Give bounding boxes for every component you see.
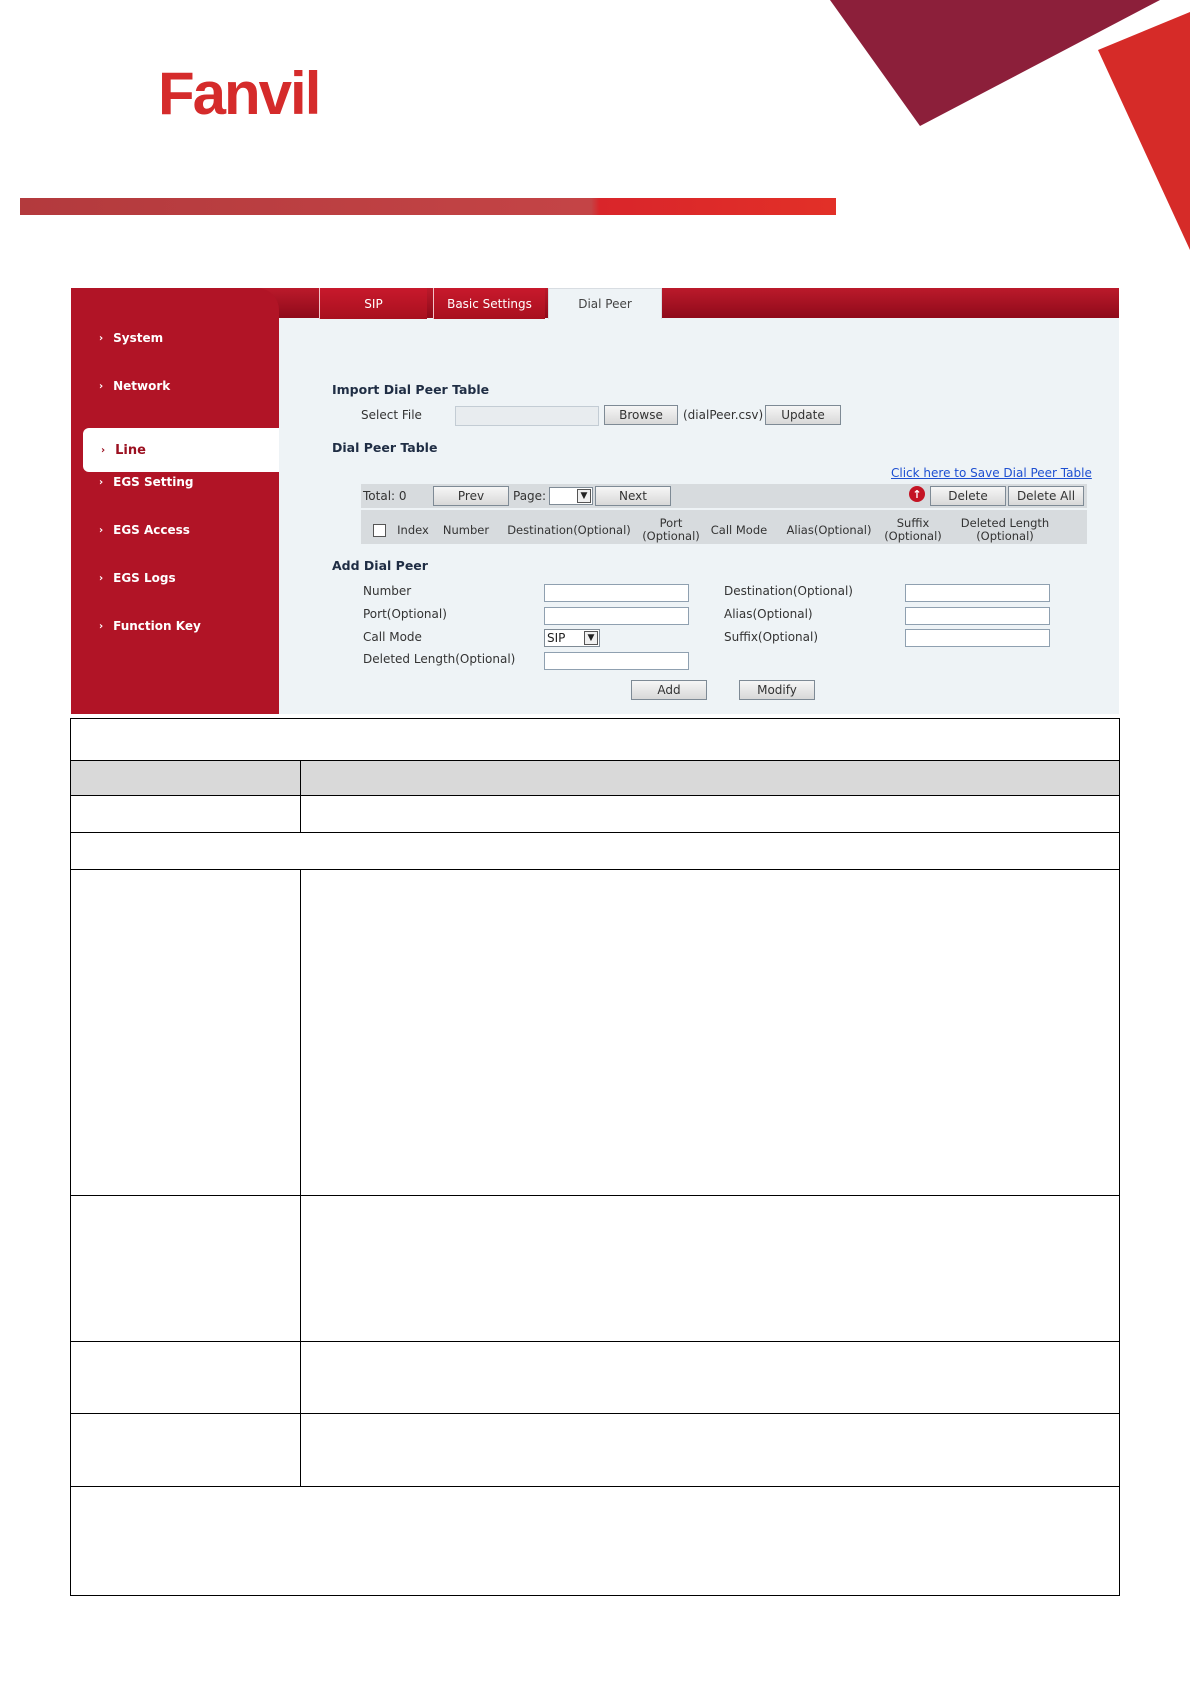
table-cell: [70, 1413, 301, 1487]
suffix-input[interactable]: [905, 629, 1050, 647]
sidebar-item-egs-setting[interactable]: › EGS Setting: [71, 460, 279, 504]
sidebar: › System › Network › Line › EGS Setting › EGS…: [71, 288, 279, 714]
table-cell: [70, 1341, 301, 1414]
select-file-label: Select File: [361, 408, 422, 422]
destination-label: Destination(Optional): [724, 584, 853, 598]
column-header-alias: Alias(Optional): [786, 523, 872, 537]
deleted-length-label: Deleted Length(Optional): [363, 652, 516, 666]
delete-all-button[interactable]: Delete All: [1008, 486, 1084, 506]
table-note-row: [70, 1486, 1120, 1596]
file-path-input[interactable]: [455, 406, 599, 426]
alias-label: Alias(Optional): [724, 607, 813, 621]
header-stripe: [20, 198, 836, 215]
table-cell: [300, 869, 1120, 1196]
column-header-index: Index: [397, 523, 429, 537]
chevron-down-icon: ▼: [584, 631, 598, 645]
column-header-number: Number: [442, 523, 490, 537]
table-cell: [70, 1195, 301, 1342]
port-input[interactable]: [544, 607, 689, 625]
number-label: Number: [363, 584, 412, 598]
sidebar-item-egs-access[interactable]: › EGS Access: [71, 508, 279, 552]
table-header-cell: [70, 760, 301, 796]
destination-input[interactable]: [905, 584, 1050, 602]
tab-dial-peer[interactable]: Dial Peer: [548, 288, 662, 319]
chevron-right-icon: ›: [99, 572, 104, 584]
total-count: Total: 0: [363, 489, 407, 503]
chevron-right-icon: ›: [99, 380, 104, 392]
column-header-port: Port (Optional): [642, 516, 700, 543]
prev-button[interactable]: Prev: [433, 486, 509, 506]
fanvil-logo: Fanvil: [158, 62, 321, 124]
table-cell: [300, 1341, 1120, 1414]
sidebar-item-system[interactable]: › System: [71, 316, 279, 360]
dial-peer-table-title: Dial Peer Table: [332, 440, 438, 455]
page-select[interactable]: ▼: [549, 487, 593, 505]
page-label: Page:: [513, 489, 547, 503]
tab-sip[interactable]: SIP: [319, 288, 427, 319]
column-header-call-mode: Call Mode: [710, 523, 768, 537]
chevron-right-icon: ›: [99, 476, 104, 488]
chevron-right-icon: ›: [99, 620, 104, 632]
svg-text:Fanvil: Fanvil: [158, 62, 319, 124]
alias-input[interactable]: [905, 607, 1050, 625]
corner-decoration: [830, 0, 1190, 250]
save-dial-peer-link[interactable]: Click here to Save Dial Peer Table: [891, 466, 1092, 480]
sidebar-item-network[interactable]: › Network: [71, 364, 279, 408]
port-label: Port(Optional): [363, 607, 447, 621]
import-section-title: Import Dial Peer Table: [332, 382, 490, 397]
column-header-destination: Destination(Optional): [507, 523, 631, 537]
table-cell: [300, 795, 1120, 833]
table-header-cell: [300, 760, 1120, 796]
chevron-right-icon: ›: [99, 332, 104, 344]
column-header-suffix: Suffix (Optional): [884, 516, 942, 543]
add-dial-peer-title: Add Dial Peer: [332, 558, 428, 573]
sidebar-item-function-key[interactable]: › Function Key: [71, 604, 279, 648]
browse-button[interactable]: Browse: [604, 405, 678, 425]
table-cell: [300, 1413, 1120, 1487]
web-admin-panel: SIP Basic Settings Dial Peer › System › Ne…: [71, 288, 1119, 714]
table-cell: [70, 795, 301, 833]
chevron-right-icon: ›: [99, 524, 104, 536]
next-button[interactable]: Next: [595, 486, 671, 506]
chevron-down-icon: ▼: [577, 489, 591, 503]
select-all-checkbox[interactable]: [373, 524, 386, 537]
table-cell: [300, 1195, 1120, 1342]
sidebar-item-egs-logs[interactable]: › EGS Logs: [71, 556, 279, 600]
table-caption-row: [70, 718, 1120, 761]
call-mode-label: Call Mode: [363, 630, 422, 644]
info-alert-icon: ↑: [909, 486, 925, 502]
table-cell: [70, 869, 301, 1196]
modify-button[interactable]: Modify: [739, 680, 815, 700]
call-mode-select[interactable]: SIP ▼: [544, 629, 600, 647]
deleted-length-input[interactable]: [544, 652, 689, 670]
add-button[interactable]: Add: [631, 680, 707, 700]
tab-basic-settings[interactable]: Basic Settings: [433, 288, 545, 319]
file-hint: (dialPeer.csv): [683, 408, 764, 422]
delete-button[interactable]: Delete: [930, 486, 1006, 506]
suffix-label: Suffix(Optional): [724, 630, 819, 644]
chevron-right-icon: ›: [101, 444, 106, 456]
update-button[interactable]: Update: [765, 405, 841, 425]
number-input[interactable]: [544, 584, 689, 602]
table-section-row: [70, 832, 1120, 870]
column-header-deleted-length: Deleted Length (Optional): [960, 516, 1050, 543]
